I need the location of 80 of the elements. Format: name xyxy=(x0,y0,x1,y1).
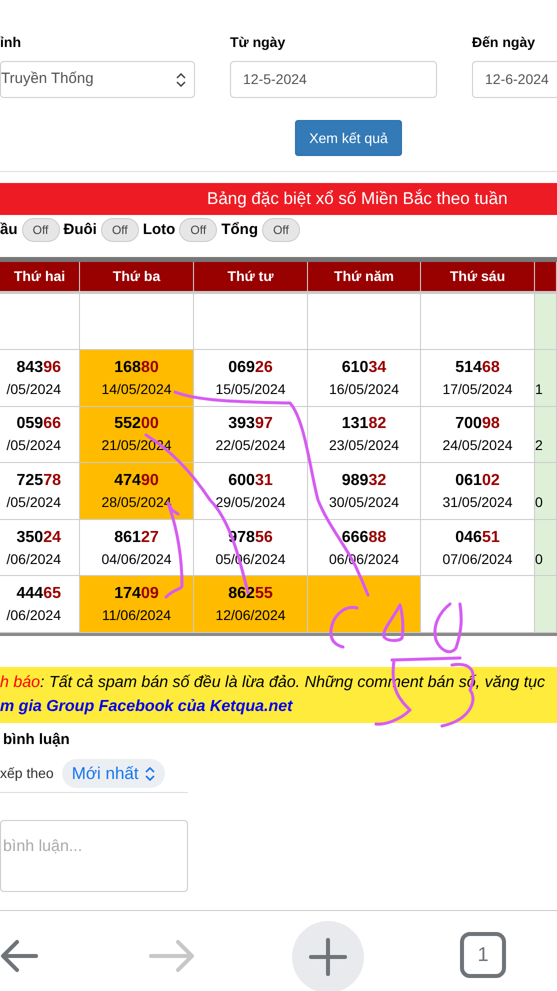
back-arrow-icon[interactable] xyxy=(0,938,38,974)
result-date: 16/05/2024 xyxy=(328,380,400,399)
result-number: 98932 xyxy=(342,470,386,491)
comment-input[interactable]: bình luận... xyxy=(0,820,188,892)
toggle-switch[interactable]: Off xyxy=(179,218,218,242)
result-number: 55200 xyxy=(114,414,159,434)
result-number: 17409 xyxy=(114,584,159,604)
result-date: 07/06/2024 xyxy=(442,550,513,569)
toggle-label: Loto xyxy=(142,220,176,240)
result-date: 29/05/2024 xyxy=(215,492,286,512)
result-number: 06926 xyxy=(228,358,273,378)
result-number: 06102 xyxy=(455,470,500,491)
chevron-updown-icon xyxy=(176,72,186,86)
result-number: 84396 xyxy=(16,358,61,378)
sort-select[interactable]: Mới nhất xyxy=(62,759,165,788)
toggle-label: Tổng xyxy=(221,220,258,240)
result-date: 15/05/2024 xyxy=(215,380,286,399)
pen-stroke xyxy=(329,606,358,648)
result-date: 11/06/2024 xyxy=(102,606,172,626)
column-header: Thứ hai xyxy=(0,262,80,291)
result-date: 0 xyxy=(535,492,543,512)
date-field[interactable]: 12-5-2024 xyxy=(230,61,437,98)
result-date: 1 xyxy=(535,380,543,399)
column-header: Thứ sáu xyxy=(421,262,535,291)
result-number: 51468 xyxy=(455,358,500,378)
pen-stroke xyxy=(382,604,404,642)
sort-label: xếp theo xyxy=(0,764,54,784)
result-date: /05/2024 xyxy=(6,380,61,399)
result-number: 61034 xyxy=(342,358,386,378)
result-number: 86127 xyxy=(114,528,159,548)
pen-stroke xyxy=(433,602,463,654)
field-label: Từ ngày xyxy=(230,33,286,52)
toggle-switch[interactable]: Off xyxy=(262,218,300,242)
toggle-label: Đuôi xyxy=(64,220,97,240)
toggle-switch[interactable]: Off xyxy=(100,218,139,242)
result-date: /05/2024 xyxy=(6,436,61,456)
column-header: Thứ tư xyxy=(194,262,308,291)
result-date: 28/05/2024 xyxy=(101,492,172,512)
column-header: Thứ ba xyxy=(80,262,194,291)
result-date: 24/05/2024 xyxy=(442,436,513,456)
result-number: 86255 xyxy=(228,584,273,604)
result-number: 47490 xyxy=(114,470,159,491)
result-number: 13182 xyxy=(342,414,386,434)
result-number: 39397 xyxy=(228,414,273,434)
result-number: 04651 xyxy=(455,528,500,548)
province-select[interactable]: Truyền Thống xyxy=(0,61,195,98)
result-number: 66688 xyxy=(342,528,386,548)
chevron-updown-icon xyxy=(144,766,155,781)
result-date: 23/05/2024 xyxy=(328,436,400,456)
result-number: 35024 xyxy=(16,528,61,548)
result-date: 2 xyxy=(535,436,543,456)
result-number: 72578 xyxy=(16,470,61,491)
toggle-label: ầu xyxy=(0,220,18,240)
result-date: 31/05/2024 xyxy=(442,492,513,512)
result-number: 70098 xyxy=(455,414,500,434)
result-number: 16880 xyxy=(114,358,159,378)
table-title-banner: Bảng đặc biệt xổ số Miền Bắc theo tuần xyxy=(0,183,557,215)
field-label: Đến ngày xyxy=(472,33,536,52)
field-label: ỉnh xyxy=(0,33,22,52)
result-date: 17/05/2024 xyxy=(442,380,513,399)
comments-title: bình luận xyxy=(2,730,71,750)
tab-count-button[interactable]: 1 xyxy=(460,932,506,978)
toggle-switch[interactable]: Off xyxy=(22,218,60,242)
view-results-button[interactable]: Xem kết quả xyxy=(295,120,402,156)
result-date: /06/2024 xyxy=(6,606,61,626)
result-date: /06/2024 xyxy=(6,550,61,569)
result-date: 12/06/2024 xyxy=(215,606,286,626)
plus-icon xyxy=(309,938,347,976)
facebook-group-link[interactable]: m gia Group Facebook của Ketqua.net xyxy=(0,698,292,715)
result-date: /05/2024 xyxy=(6,492,61,512)
result-date: 22/05/2024 xyxy=(215,436,286,456)
column-header: Thứ năm xyxy=(308,262,421,291)
date-field[interactable]: 12-6-2024 xyxy=(472,61,557,98)
result-date: 30/05/2024 xyxy=(328,492,400,512)
result-number: 60031 xyxy=(228,470,273,491)
result-date: 04/06/2024 xyxy=(101,550,172,569)
result-date: 0 xyxy=(535,550,543,569)
result-number: 44465 xyxy=(16,584,61,604)
result-date: 14/05/2024 xyxy=(101,380,172,399)
result-number: 05966 xyxy=(16,414,61,434)
